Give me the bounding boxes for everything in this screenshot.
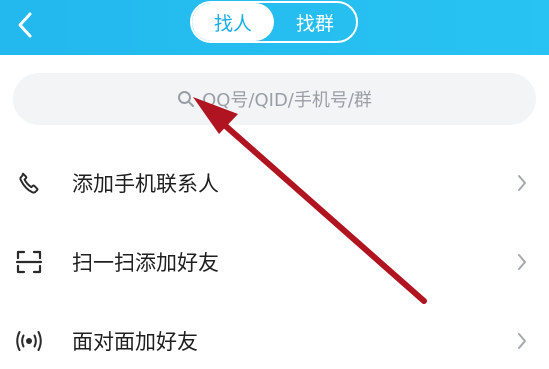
search-placeholder: QQ号/QID/手机号/群 — [202, 90, 372, 111]
scan-icon — [14, 247, 44, 277]
menu-item-add-phone-contacts[interactable]: 添加手机联系人 — [0, 155, 549, 211]
chevron-right-icon — [514, 331, 530, 351]
back-button[interactable] — [8, 8, 42, 42]
chevron-right-icon — [514, 173, 530, 193]
search-icon — [178, 91, 195, 107]
menu-item-label: 添加手机联系人 — [72, 172, 219, 196]
menu-item-label: 面对面加好友 — [72, 330, 198, 354]
top-bar: 找人 找群 — [0, 0, 549, 55]
menu-item-face-to-face-add[interactable]: 面对面加好友 — [0, 313, 549, 369]
tab-find-people[interactable]: 找人 — [192, 3, 274, 41]
broadcast-icon — [14, 326, 44, 356]
phone-icon — [14, 168, 44, 198]
menu-item-label: 扫一扫添加好友 — [72, 251, 219, 275]
tab-find-groups[interactable]: 找群 — [274, 3, 356, 41]
menu-item-scan-add-friend[interactable]: 扫一扫添加好友 — [0, 234, 549, 290]
chevron-left-icon — [18, 12, 32, 38]
search-input[interactable]: QQ号/QID/手机号/群 — [13, 73, 536, 125]
segmented-control: 找人 找群 — [190, 1, 358, 43]
chevron-right-icon — [514, 252, 530, 272]
